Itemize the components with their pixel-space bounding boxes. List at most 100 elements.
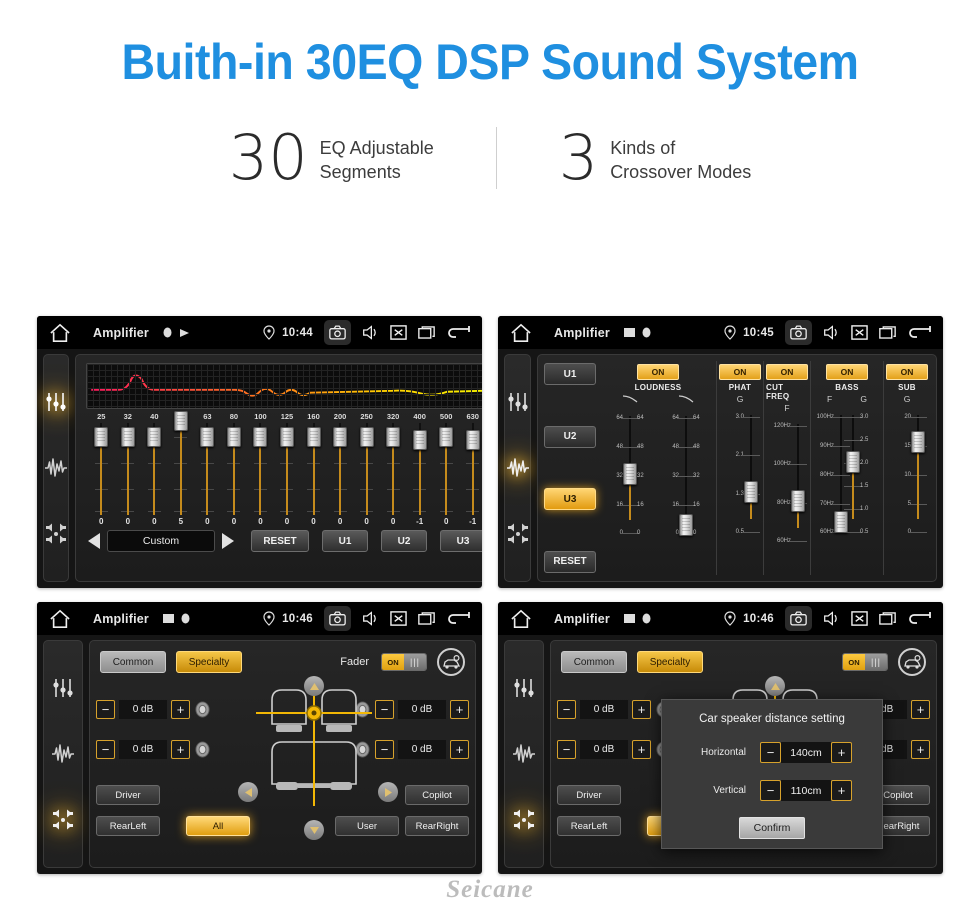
slider-knob[interactable] xyxy=(333,427,348,447)
tab-common[interactable]: Common xyxy=(561,651,627,673)
waveform-icon[interactable] xyxy=(506,456,530,480)
equalizer-sliders-icon[interactable] xyxy=(512,676,536,700)
car-settings-button[interactable] xyxy=(898,648,926,676)
crossover-slider[interactable]: 644832160644832160 xyxy=(602,406,658,537)
tab-common[interactable]: Common xyxy=(100,651,166,673)
toggle-sub[interactable]: ON xyxy=(886,364,928,380)
slider-knob[interactable] xyxy=(359,427,374,447)
close-icon[interactable] xyxy=(851,610,868,627)
volume-icon[interactable] xyxy=(823,610,840,627)
vertical-minus-button[interactable]: − xyxy=(760,780,781,801)
camera-button[interactable] xyxy=(785,320,812,345)
reset-button[interactable]: RESET xyxy=(544,550,596,573)
gain-plus-button[interactable]: + xyxy=(171,700,190,719)
eq-band-track[interactable] xyxy=(253,423,268,515)
back-arrow-icon[interactable] xyxy=(446,611,470,627)
eq-band-track[interactable] xyxy=(465,423,480,515)
back-arrow-icon[interactable] xyxy=(446,325,470,341)
waveform-icon[interactable] xyxy=(51,742,75,766)
gain-plus-button[interactable]: + xyxy=(450,700,469,719)
seat-preset-user-button[interactable]: User xyxy=(335,816,399,836)
windows-icon[interactable] xyxy=(418,610,435,627)
slider-track[interactable] xyxy=(844,405,862,534)
slider-knob[interactable] xyxy=(120,427,135,447)
slider-knob[interactable] xyxy=(846,451,860,474)
windows-icon[interactable] xyxy=(879,610,896,627)
slider-track[interactable] xyxy=(909,405,927,534)
eq-band-160[interactable]: 0 xyxy=(300,423,327,526)
eq-band-25[interactable]: 0 xyxy=(88,423,115,526)
preset-u1-button[interactable]: U1 xyxy=(544,363,596,385)
gain-plus-button[interactable]: + xyxy=(632,700,651,719)
eq-band-80[interactable]: 0 xyxy=(221,423,248,526)
crossover-slider[interactable]: 3.0 2.5 2.0 1.5 1.0 0.5 xyxy=(844,405,881,535)
waveform-icon[interactable] xyxy=(512,742,536,766)
eq-band-500[interactable]: 0 xyxy=(433,423,460,526)
eq-band-200[interactable]: 0 xyxy=(327,423,354,526)
toggle-phat[interactable]: ON xyxy=(719,364,761,380)
seat-preset-driver-button[interactable]: Driver xyxy=(557,785,621,805)
equalizer-sliders-icon[interactable] xyxy=(506,390,530,414)
eq-band-track[interactable] xyxy=(386,423,401,515)
home-icon[interactable] xyxy=(49,609,71,629)
tab-specialty[interactable]: Specialty xyxy=(176,651,242,673)
dpad-up-button[interactable] xyxy=(304,676,324,696)
slider-track[interactable] xyxy=(789,414,807,543)
slider-knob[interactable] xyxy=(623,463,637,486)
eq-band-track[interactable] xyxy=(94,423,109,515)
slider-knob[interactable] xyxy=(744,480,758,503)
slider-knob[interactable] xyxy=(412,430,427,451)
slider-knob[interactable] xyxy=(253,427,268,447)
gain-minus-button[interactable]: − xyxy=(557,700,576,719)
preset-u1-button[interactable]: U1 xyxy=(322,530,368,552)
speaker-balance-icon[interactable] xyxy=(506,522,530,546)
gain-plus-button[interactable]: + xyxy=(171,740,190,759)
slider-knob[interactable] xyxy=(911,430,925,453)
eq-band-track[interactable] xyxy=(147,423,162,515)
preset-prev-button[interactable] xyxy=(88,533,100,549)
preset-u3-button[interactable]: U3 xyxy=(440,530,482,552)
seat-preset-rearright-button[interactable]: RearRight xyxy=(405,816,469,836)
eq-band-track[interactable] xyxy=(200,423,215,515)
car-settings-button[interactable] xyxy=(437,648,465,676)
camera-button[interactable] xyxy=(324,320,351,345)
seat-preset-driver-button[interactable]: Driver xyxy=(96,785,160,805)
preset-next-button[interactable] xyxy=(222,533,234,549)
preset-u2-button[interactable]: U2 xyxy=(544,425,596,448)
vertical-plus-button[interactable]: + xyxy=(831,780,852,801)
crossover-slider[interactable]: 644832160644832160 xyxy=(658,406,714,537)
slider-knob[interactable] xyxy=(679,514,693,537)
slider-knob[interactable] xyxy=(791,489,805,512)
toggle-bass[interactable]: ON xyxy=(826,364,868,380)
eq-band-63[interactable]: 0 xyxy=(194,423,221,526)
eq-band-track[interactable] xyxy=(333,423,348,515)
home-icon[interactable] xyxy=(510,323,532,343)
eq-band-track[interactable] xyxy=(359,423,374,515)
toggle-cut-freq[interactable]: ON xyxy=(766,364,808,380)
dpad-right-button[interactable] xyxy=(378,782,398,802)
crossover-slider[interactable]: 120Hz 100Hz 80Hz 60Hz xyxy=(770,414,807,544)
slider-knob[interactable] xyxy=(834,511,848,534)
speaker-balance-icon[interactable] xyxy=(51,808,75,832)
gain-plus-button[interactable]: + xyxy=(450,740,469,759)
eq-band-320[interactable]: 0 xyxy=(380,423,407,526)
close-icon[interactable] xyxy=(390,324,407,341)
eq-band-630[interactable]: -1 xyxy=(459,423,482,526)
close-icon[interactable] xyxy=(851,324,868,341)
dpad-down-button[interactable] xyxy=(304,820,324,840)
slider-knob[interactable] xyxy=(147,427,162,447)
gain-plus-button[interactable]: + xyxy=(911,700,930,719)
eq-band-track[interactable] xyxy=(279,423,294,515)
reset-button[interactable]: RESET xyxy=(251,530,309,552)
dpad-left-button[interactable] xyxy=(238,782,258,802)
crossover-slider[interactable]: 100Hz 90Hz 80Hz 70Hz 60Hz xyxy=(813,405,850,535)
seat-preset-rearleft-button[interactable]: RearLeft xyxy=(96,816,160,836)
volume-icon[interactable] xyxy=(362,610,379,627)
slider-track[interactable] xyxy=(742,405,760,534)
slider-knob[interactable] xyxy=(439,427,454,447)
horizontal-minus-button[interactable]: − xyxy=(760,742,781,763)
windows-icon[interactable] xyxy=(418,324,435,341)
slider-knob[interactable] xyxy=(173,411,188,431)
seat-preset-all-button[interactable]: All xyxy=(186,816,250,836)
preset-u2-button[interactable]: U2 xyxy=(381,530,427,552)
